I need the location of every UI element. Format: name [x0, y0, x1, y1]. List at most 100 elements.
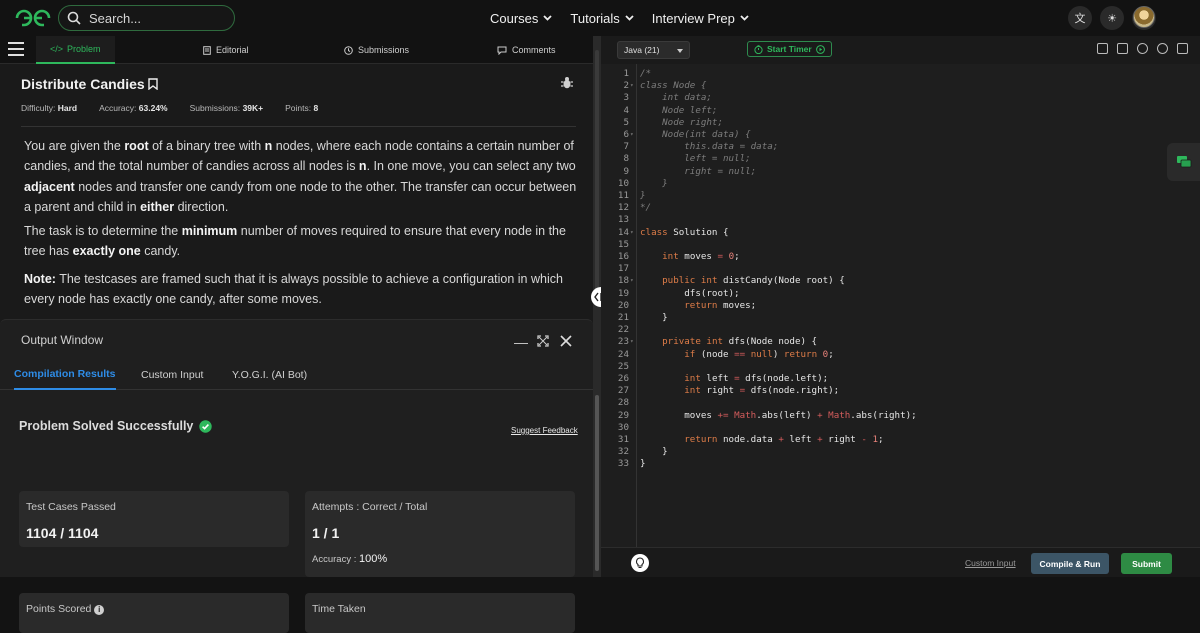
- problem-title: Distribute Candies: [21, 76, 158, 92]
- gfg-logo[interactable]: [14, 8, 52, 28]
- fold-arrow-icon[interactable]: ▾: [630, 80, 636, 92]
- comment-icon: [497, 46, 507, 55]
- code-line[interactable]: 23 ▾ private int dfs(Node node) {: [601, 336, 1200, 348]
- submit-button[interactable]: Submit: [1121, 553, 1172, 574]
- time-taken-label: Time Taken: [312, 603, 366, 615]
- copy-icon[interactable]: [1097, 43, 1108, 54]
- clock-icon: [344, 45, 353, 55]
- chevron-down-icon: [543, 15, 553, 21]
- start-timer-button[interactable]: Start Timer: [747, 41, 832, 57]
- code-line[interactable]: 22: [601, 324, 1200, 336]
- editor-footer: Custom Input Compile & Run Submit: [601, 547, 1200, 577]
- code-line[interactable]: 4 Node left;: [601, 105, 1200, 117]
- chat-icon[interactable]: [1167, 143, 1200, 181]
- code-line[interactable]: 5 Node right;: [601, 117, 1200, 129]
- editor-toolbar: Java (21) Start Timer: [601, 36, 1200, 64]
- menu-icon[interactable]: [8, 42, 24, 56]
- reset-icon[interactable]: [1157, 43, 1168, 54]
- nav-courses[interactable]: Courses: [490, 11, 553, 26]
- search-icon: [67, 11, 81, 25]
- code-line[interactable]: 16 int moves = 0;: [601, 251, 1200, 263]
- tab-comments[interactable]: Comments: [497, 36, 556, 64]
- code-line[interactable]: 14 ▾ class Solution {: [601, 227, 1200, 239]
- code-line[interactable]: 17: [601, 263, 1200, 275]
- tab-yogi-ai-bot[interactable]: Y.O.G.I. (AI Bot): [232, 360, 307, 390]
- attempts-card: Attempts : Correct / Total 1 / 1 Accurac…: [305, 491, 575, 577]
- tab-submissions[interactable]: Submissions: [344, 36, 409, 64]
- problem-statement-2: The task is to determine the minimum num…: [24, 224, 566, 259]
- close-icon[interactable]: [560, 335, 572, 347]
- code-line[interactable]: 10 }: [601, 178, 1200, 190]
- code-line[interactable]: 11}: [601, 190, 1200, 202]
- code-line[interactable]: 1/*: [601, 68, 1200, 80]
- code-line[interactable]: 20 return moves;: [601, 300, 1200, 312]
- code-line[interactable]: 6 ▾ Node(int data) {: [601, 129, 1200, 141]
- avatar[interactable]: [1133, 6, 1155, 28]
- output-window: Output Window — Compilation Results Cust…: [0, 319, 593, 633]
- output-scrollbar[interactable]: [595, 395, 599, 571]
- code-line[interactable]: 32 }: [601, 446, 1200, 458]
- timer-icon: [754, 44, 763, 54]
- fold-arrow-icon[interactable]: ▾: [630, 275, 636, 287]
- code-line[interactable]: 13: [601, 214, 1200, 226]
- code-line[interactable]: 27 int right = dfs(node.right);: [601, 385, 1200, 397]
- tab-custom-input[interactable]: Custom Input: [141, 360, 203, 390]
- chevron-down-icon: [625, 15, 634, 21]
- theme-toggle-icon[interactable]: ☀: [1100, 6, 1124, 30]
- code-line[interactable]: 25: [601, 361, 1200, 373]
- tests-passed-card: Test Cases Passed 1104 / 1104: [19, 491, 289, 547]
- code-line[interactable]: 15: [601, 239, 1200, 251]
- custom-input-link[interactable]: Custom Input: [965, 558, 1016, 568]
- check-circle-icon: [199, 419, 213, 433]
- code-line[interactable]: 12 */: [601, 202, 1200, 214]
- code-line[interactable]: 9 right = null;: [601, 166, 1200, 178]
- code-line[interactable]: 30: [601, 422, 1200, 434]
- code-line[interactable]: 8 left = null;: [601, 153, 1200, 165]
- nav-interview-prep[interactable]: Interview Prep: [652, 11, 749, 26]
- bug-report-icon[interactable]: [560, 76, 574, 90]
- settings-icon[interactable]: [1137, 43, 1148, 54]
- language-select[interactable]: Java (21): [617, 41, 690, 59]
- time-taken-card: Time Taken: [305, 593, 575, 633]
- compile-run-button[interactable]: Compile & Run: [1031, 553, 1109, 574]
- expand-icon[interactable]: [537, 335, 549, 347]
- fullscreen-icon[interactable]: [1177, 43, 1188, 54]
- output-tabs: Compilation Results Custom Input Y.O.G.I…: [0, 360, 593, 390]
- translate-icon[interactable]: 文: [1068, 6, 1092, 30]
- code-line[interactable]: 19 dfs(root);: [601, 288, 1200, 300]
- tab-editorial[interactable]: Editorial: [203, 36, 249, 64]
- code-line[interactable]: 21 }: [601, 312, 1200, 324]
- nav-tutorials[interactable]: Tutorials: [570, 11, 634, 26]
- fold-arrow-icon[interactable]: ▾: [630, 336, 636, 348]
- points-scored-card: Points Scored i: [19, 593, 289, 633]
- document-icon: [203, 45, 211, 55]
- lightbulb-icon[interactable]: [631, 554, 649, 572]
- search-placeholder: Search...: [89, 10, 142, 26]
- top-navbar: Search... Courses Tutorials Interview Pr…: [0, 0, 1200, 36]
- minimize-icon[interactable]: —: [514, 334, 528, 350]
- search-bar[interactable]: Search...: [58, 5, 235, 31]
- code-line[interactable]: 26 int left = dfs(node.left);: [601, 373, 1200, 385]
- code-line[interactable]: 29 moves += Math.abs(left) + Math.abs(ri…: [601, 410, 1200, 422]
- bookmark-icon[interactable]: [148, 78, 158, 90]
- fold-arrow-icon[interactable]: ▾: [630, 227, 636, 239]
- export-icon[interactable]: [1117, 43, 1128, 54]
- code-line[interactable]: 7 this.data = data;: [601, 141, 1200, 153]
- accuracy-percent: 100%: [359, 553, 388, 565]
- code-line[interactable]: 24 if (node == null) return 0;: [601, 349, 1200, 361]
- code-line[interactable]: 2 ▾ class Node {: [601, 80, 1200, 92]
- submissions-value: 39K+: [242, 103, 264, 113]
- suggest-feedback-link[interactable]: Suggest Feedback: [511, 426, 578, 435]
- divider: [21, 126, 576, 127]
- code-line[interactable]: 3 int data;: [601, 92, 1200, 104]
- info-icon[interactable]: i: [94, 605, 105, 615]
- code-line[interactable]: 33}: [601, 458, 1200, 470]
- points-value: 8: [313, 103, 319, 113]
- tab-compilation-results[interactable]: Compilation Results: [14, 360, 116, 390]
- code-line[interactable]: 18 ▾ public int distCandy(Node root) {: [601, 275, 1200, 287]
- code-line[interactable]: 31 return node.data + left + right - 1;: [601, 434, 1200, 446]
- tab-problem[interactable]: </> Problem: [36, 36, 115, 64]
- fold-arrow-icon[interactable]: ▾: [630, 129, 636, 141]
- problem-scrollbar[interactable]: [595, 50, 599, 290]
- code-line[interactable]: 28: [601, 397, 1200, 409]
